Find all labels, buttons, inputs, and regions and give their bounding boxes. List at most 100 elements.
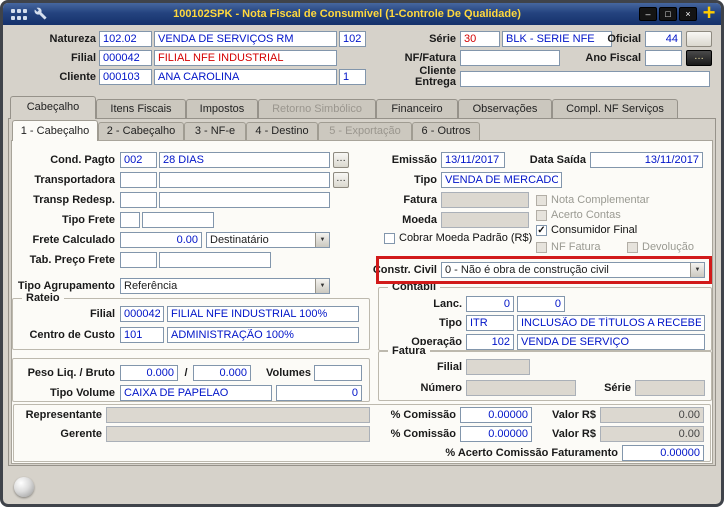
tipo-frete-code-field[interactable] bbox=[120, 212, 140, 228]
chevron-down-icon[interactable]: ▼ bbox=[690, 263, 704, 277]
volumes-field[interactable] bbox=[314, 365, 362, 381]
ano-fiscal-label: Ano Fiscal bbox=[585, 52, 641, 64]
nf-fatura-field[interactable] bbox=[460, 50, 560, 66]
fatura-filial-field bbox=[466, 359, 530, 375]
gerente-valor-field bbox=[600, 426, 704, 442]
tab-preco-frete-label: Tab. Preço Frete bbox=[29, 254, 115, 266]
operacao-name-field[interactable] bbox=[517, 334, 705, 350]
tab-preco-frete-code-field[interactable] bbox=[120, 252, 157, 268]
lanc-field-1[interactable] bbox=[466, 296, 514, 312]
peso-slash-separator: / bbox=[184, 367, 188, 379]
tipo-agrupamento-value: Referência bbox=[124, 280, 178, 292]
app-grid-icon[interactable] bbox=[11, 8, 27, 26]
checkbox-box bbox=[536, 209, 547, 221]
peso-liquido-field[interactable] bbox=[120, 365, 178, 381]
natureza-num-field[interactable] bbox=[339, 31, 366, 47]
frete-calculado-field[interactable] bbox=[120, 232, 202, 248]
tipo-volume-qty-field[interactable] bbox=[276, 385, 362, 401]
tab-impostos[interactable]: Impostos bbox=[186, 99, 258, 118]
cliente-num-field[interactable] bbox=[339, 69, 366, 85]
devolucao-checkbox: Devolução bbox=[627, 241, 694, 253]
cond-pagto-name-field[interactable] bbox=[159, 152, 330, 168]
window-title: 100102SPK - Nota Fiscal de Consumível (1… bbox=[173, 8, 521, 20]
cobrar-moeda-padrao-checkbox[interactable]: Cobrar Moeda Padrão (R$) bbox=[384, 232, 532, 244]
maximize-button[interactable]: □ bbox=[659, 7, 677, 21]
data-saida-field[interactable] bbox=[590, 152, 703, 168]
centro-custo-code-field[interactable] bbox=[120, 327, 164, 343]
cond-pagto-code-field[interactable] bbox=[120, 152, 157, 168]
peso-bruto-field[interactable] bbox=[193, 365, 251, 381]
cliente-entrega-field[interactable] bbox=[460, 71, 710, 87]
cliente-code-field[interactable] bbox=[99, 69, 152, 85]
checkbox-box bbox=[536, 241, 547, 253]
tipo-volume-field[interactable] bbox=[120, 385, 272, 401]
lanc-field-2[interactable] bbox=[517, 296, 565, 312]
tipo-volume-label: Tipo Volume bbox=[50, 387, 115, 399]
subtab-6-outros[interactable]: 6 - Outros bbox=[412, 122, 480, 140]
checkbox-box[interactable] bbox=[384, 232, 395, 244]
cond-pagto-label: Cond. Pagto bbox=[50, 154, 115, 166]
contabil-tipo-name-field[interactable] bbox=[517, 315, 705, 331]
frete-modalidade-value: Destinatário bbox=[210, 234, 269, 246]
contabil-tipo-code-field[interactable] bbox=[466, 315, 514, 331]
natureza-code-field[interactable] bbox=[99, 31, 152, 47]
frete-modalidade-select[interactable]: Destinatário ▼ bbox=[206, 232, 330, 248]
subtab-1-cabecalho[interactable]: 1 - Cabeçalho bbox=[12, 120, 98, 141]
tab-financeiro[interactable]: Financeiro bbox=[376, 99, 458, 118]
tipo-frete-label: Tipo Frete bbox=[62, 214, 115, 226]
acerto-contas-checkbox: Acerto Contas bbox=[536, 209, 621, 221]
chevron-down-icon[interactable]: ▼ bbox=[315, 233, 329, 247]
subtab-3-nfe[interactable]: 3 - NF-e bbox=[184, 122, 246, 140]
tab-cabecalho[interactable]: Cabeçalho bbox=[10, 96, 96, 119]
filial-label: Filial bbox=[70, 52, 96, 64]
minimize-button[interactable]: – bbox=[639, 7, 657, 21]
constr-civil-value: 0 - Não é obra de construção civil bbox=[445, 264, 609, 276]
transportadora-browse-button[interactable]: … bbox=[333, 172, 349, 188]
emissao-field[interactable] bbox=[441, 152, 505, 168]
serie-code-field[interactable] bbox=[460, 31, 500, 47]
gerente-pct-field[interactable] bbox=[460, 426, 532, 442]
representante-pct-field[interactable] bbox=[460, 407, 532, 423]
natureza-label: Natureza bbox=[49, 33, 96, 45]
filial-name-field[interactable] bbox=[154, 50, 337, 66]
moeda-label: Moeda bbox=[402, 214, 437, 226]
tab-observacoes[interactable]: Observações bbox=[458, 99, 552, 118]
cond-pagto-browse-button[interactable]: … bbox=[333, 152, 349, 168]
serie-browse-button[interactable] bbox=[686, 31, 712, 47]
natureza-name-field[interactable] bbox=[154, 31, 337, 47]
centro-custo-name-field[interactable] bbox=[167, 327, 359, 343]
transportadora-code-field[interactable] bbox=[120, 172, 157, 188]
transp-redesp-name-field[interactable] bbox=[159, 192, 330, 208]
tipo-field[interactable] bbox=[441, 172, 562, 188]
close-button[interactable]: × bbox=[679, 7, 697, 21]
operacao-code-field[interactable] bbox=[466, 334, 514, 350]
constr-civil-select[interactable]: 0 - Não é obra de construção civil ▼ bbox=[441, 262, 705, 278]
ano-fiscal-browse-button[interactable]: … bbox=[686, 50, 712, 66]
cliente-name-field[interactable] bbox=[154, 69, 337, 85]
fatura-numero-label: Número bbox=[420, 382, 462, 394]
acerto-comissao-field[interactable] bbox=[622, 445, 704, 461]
rateio-filial-code-field[interactable] bbox=[120, 306, 164, 322]
transportadora-name-field[interactable] bbox=[159, 172, 330, 188]
new-record-button[interactable]: + bbox=[699, 0, 719, 27]
status-sphere-icon bbox=[14, 477, 34, 497]
cliente-entrega-label-line2: Entrega bbox=[415, 76, 456, 88]
fatura-legend: Fatura bbox=[388, 345, 430, 357]
consumidor-final-checkbox[interactable]: ✓ Consumidor Final bbox=[536, 224, 637, 236]
tab-preco-frete-name-field[interactable] bbox=[159, 252, 271, 268]
transp-redesp-code-field[interactable] bbox=[120, 192, 157, 208]
tipo-agrupamento-select[interactable]: Referência ▼ bbox=[120, 278, 330, 294]
ano-fiscal-field[interactable] bbox=[645, 50, 682, 66]
oficial-field[interactable] bbox=[645, 31, 682, 47]
rateio-filial-label: Filial bbox=[89, 308, 115, 320]
tipo-frete-name-field[interactable] bbox=[142, 212, 214, 228]
rateio-filial-name-field[interactable] bbox=[167, 306, 359, 322]
tab-compl-nf-servicos[interactable]: Compl. NF Serviços bbox=[552, 99, 678, 118]
chevron-down-icon[interactable]: ▼ bbox=[315, 279, 329, 293]
subtab-2-cabecalho[interactable]: 2 - Cabeçalho bbox=[98, 122, 184, 140]
tab-itens-fiscais[interactable]: Itens Fiscais bbox=[96, 99, 186, 118]
filial-code-field[interactable] bbox=[99, 50, 152, 66]
subtab-4-destino[interactable]: 4 - Destino bbox=[246, 122, 318, 140]
wrench-icon[interactable] bbox=[34, 7, 47, 25]
checkbox-box[interactable]: ✓ bbox=[536, 224, 547, 236]
